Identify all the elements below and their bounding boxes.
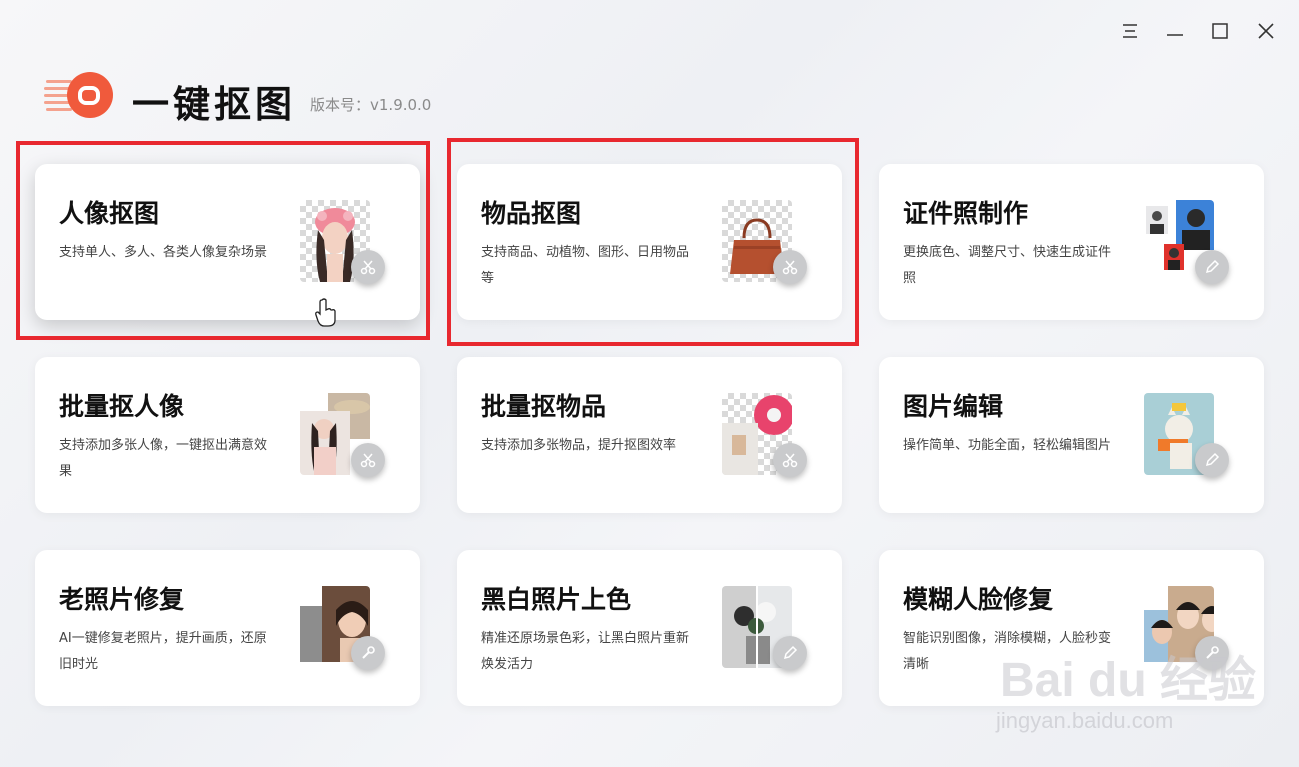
version-label: 版本号：v1.9.0.0 [310, 96, 432, 114]
pencil-icon [773, 636, 807, 670]
wrench-icon [351, 636, 385, 670]
scissors-icon [773, 443, 807, 477]
maximize-button[interactable] [1207, 18, 1233, 44]
card-desc: 支持添加多张物品，提升抠图效率 [481, 438, 677, 453]
close-icon [1258, 23, 1274, 39]
card-batch-object[interactable]: 批量抠物品 支持添加多张物品，提升抠图效率 [457, 357, 842, 513]
menu-icon [1123, 24, 1137, 38]
card-desc: 支持添加多张人像，一键抠出满意效果 [59, 438, 268, 479]
minimize-button[interactable] [1162, 18, 1188, 44]
card-title: 黑白照片上色 [481, 585, 632, 614]
card-title: 批量抠人像 [59, 392, 185, 421]
card-title: 批量抠物品 [481, 392, 607, 421]
menu-button[interactable] [1117, 18, 1143, 44]
close-button[interactable] [1253, 18, 1279, 44]
card-image-edit[interactable]: 图片编辑 操作简单、功能全面，轻松编辑图片 [879, 357, 1264, 513]
pencil-icon [1195, 250, 1229, 284]
watermark-logo: Bai du 经验 [1000, 654, 1257, 707]
maximize-icon [1212, 23, 1228, 39]
card-old-photo-restore[interactable]: 老照片修复 AI一键修复老照片，提升画质，还原旧时光 [35, 550, 420, 706]
app-title: 一键抠图 [132, 83, 296, 126]
scissors-icon [351, 443, 385, 477]
card-batch-portrait[interactable]: 批量抠人像 支持添加多张人像，一键抠出满意效果 [35, 357, 420, 513]
highlight-box-portrait [16, 141, 430, 340]
card-title: 模糊人脸修复 [903, 585, 1054, 614]
card-title: 图片编辑 [903, 392, 1004, 421]
card-id-photo[interactable]: 证件照制作 更换底色、调整尺寸、快速生成证件照 [879, 164, 1264, 320]
app-logo [44, 70, 116, 120]
card-desc: 操作简单、功能全面，轻松编辑图片 [903, 438, 1112, 453]
minimize-icon [1167, 34, 1183, 36]
card-title: 老照片修复 [59, 585, 185, 614]
watermark-url: jingyan.baidu.com [996, 708, 1174, 733]
pencil-icon [1195, 443, 1229, 477]
hand-cursor-icon [314, 298, 338, 332]
card-desc: AI一键修复老照片，提升画质，还原旧时光 [59, 631, 267, 672]
card-bw-colorize[interactable]: 黑白照片上色 精准还原场景色彩，让黑白照片重新焕发活力 [457, 550, 842, 706]
card-title: 证件照制作 [903, 199, 1029, 228]
card-desc: 精准还原场景色彩，让黑白照片重新焕发活力 [481, 631, 690, 672]
highlight-box-object [447, 138, 859, 346]
card-desc: 更换底色、调整尺寸、快速生成证件照 [903, 245, 1112, 286]
